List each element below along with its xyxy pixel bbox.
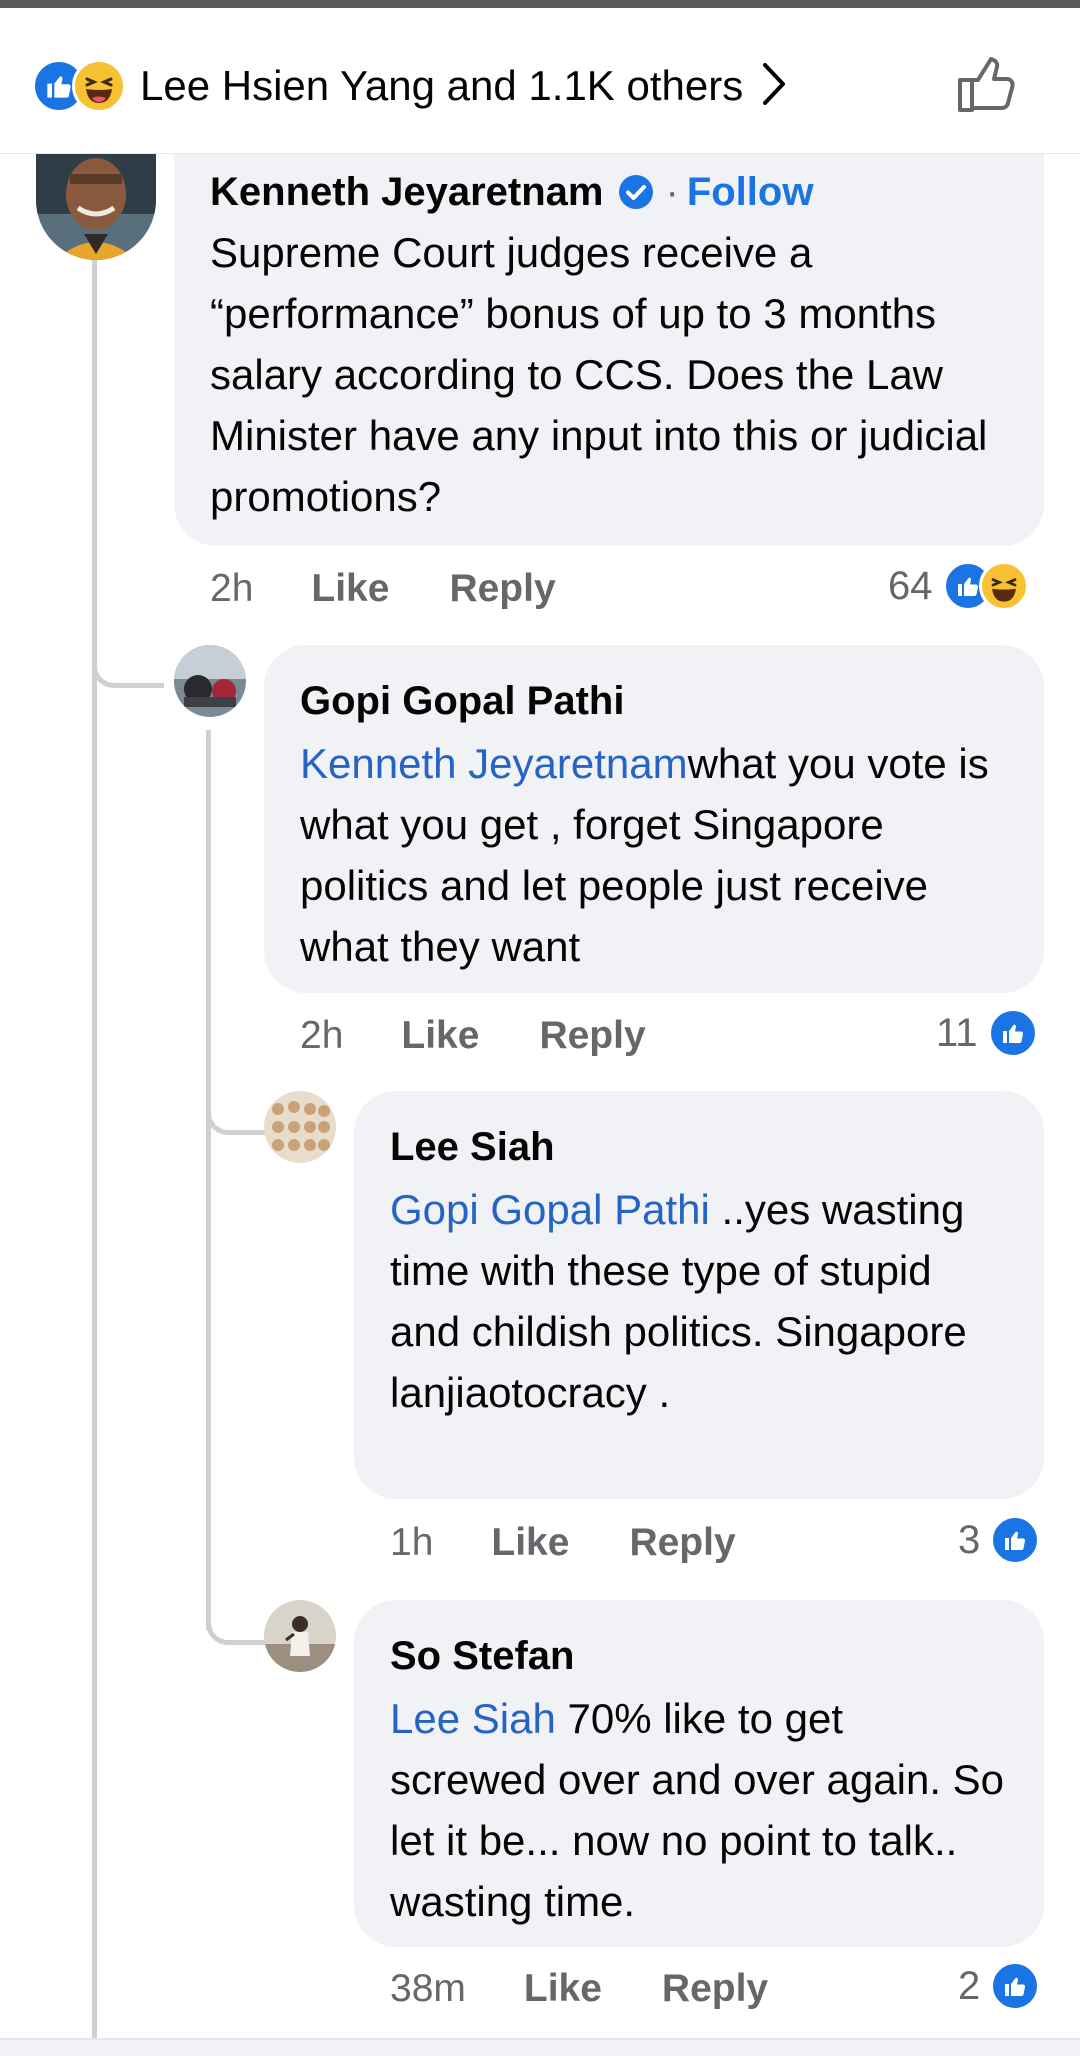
like-button[interactable]: Like [311,567,389,611]
comment-bubble: Lee Siah Gopi Gopal Pathi ..yes wasting … [354,1091,1044,1499]
like-icon [987,1008,1038,1058]
comment-actions: 38m Like Reply [390,1964,768,2014]
reaction-count-value: 64 [888,563,933,608]
like-button[interactable]: Like [491,1521,569,1565]
reaction-count-value: 2 [958,1963,981,2008]
comment-bubble: So Stefan Lee Siah 70% like to get screw… [354,1600,1044,1947]
comment-actions: 2h Like Reply [210,564,556,614]
comment-bubble: Gopi Gopal Pathi Kenneth Jeyaretnamwhat … [264,645,1044,993]
reaction-count-value: 11 [936,1010,978,1055]
like-post-button[interactable] [956,52,1020,121]
follow-button[interactable]: Follow [687,166,814,218]
comment-author[interactable]: Lee Siah [390,1121,1008,1173]
avatar[interactable] [264,1091,336,1163]
comment-actions: 1h Like Reply [390,1518,736,1568]
comment-author[interactable]: So Stefan [390,1630,1008,1682]
thumbs-up-outline-icon [958,57,1015,112]
comment-actions: 2h Like Reply [300,1011,646,1061]
reply-button[interactable]: Reply [662,1967,768,2011]
avatar[interactable] [264,1600,336,1672]
reactions-header: Lee Hsien Yang and 1.1K others [0,8,1080,154]
reaction-summary[interactable]: Lee Hsien Yang and 1.1K others [32,56,787,116]
verified-badge-icon [617,173,655,211]
mention-link[interactable]: Gopi Gopal Pathi [390,1186,710,1233]
comment-author[interactable]: Gopi Gopal Pathi [300,675,1008,727]
comment-time[interactable]: 1h [390,1521,433,1565]
composer-edge [0,2038,1080,2056]
reply-button[interactable]: Reply [539,1014,645,1058]
comment-time[interactable]: 2h [210,567,253,611]
reaction-count[interactable]: 3 [958,1512,1041,1568]
thread-line [206,730,211,1630]
like-icon [990,1961,1041,2011]
haha-icon [978,561,1029,611]
chevron-right-icon [761,61,787,112]
reaction-count[interactable]: 64 [888,558,1029,614]
comment-time[interactable]: 38m [390,1967,466,2011]
haha-icon [72,59,126,113]
comment-author[interactable]: Kenneth Jeyaretnam [210,166,603,218]
mention-link[interactable]: Lee Siah [390,1695,556,1742]
comment-author-row: Kenneth Jeyaretnam · Follow [210,166,1008,218]
reply-button[interactable]: Reply [629,1521,735,1565]
avatar[interactable] [36,154,156,260]
comments-sheet: Lee Hsien Yang and 1.1K others Kenneth J… [0,8,1080,2056]
thread-connector [206,1038,266,1135]
reply-button[interactable]: Reply [449,567,555,611]
status-bar-edge [0,0,1080,8]
comment-body: Kenneth Jeyaretnamwhat you vote is what … [300,733,1008,977]
like-icon [990,1515,1041,1565]
thread-connector [92,588,164,688]
reaction-count[interactable]: 11 [936,1005,1038,1061]
thread-line [92,258,97,2056]
reaction-count[interactable]: 2 [958,1958,1041,2014]
avatar[interactable] [174,645,246,717]
reaction-count-value: 3 [958,1517,981,1562]
mention-link[interactable]: Kenneth Jeyaretnam [300,740,688,787]
like-button[interactable]: Like [524,1967,602,2011]
comment-text: Supreme Court judges receive a “performa… [210,229,988,520]
thread-connector [206,1548,266,1645]
comment-body: Lee Siah 70% like to get screwed over an… [390,1688,1008,1932]
comment-bubble: Kenneth Jeyaretnam · Follow Supreme Cour… [174,154,1044,546]
like-button[interactable]: Like [401,1014,479,1058]
reaction-summary-text: Lee Hsien Yang and 1.1K others [140,62,744,109]
separator-dot: · [665,170,679,214]
comment-time[interactable]: 2h [300,1014,343,1058]
comment-body: Gopi Gopal Pathi ..yes wasting time with… [390,1179,1008,1423]
